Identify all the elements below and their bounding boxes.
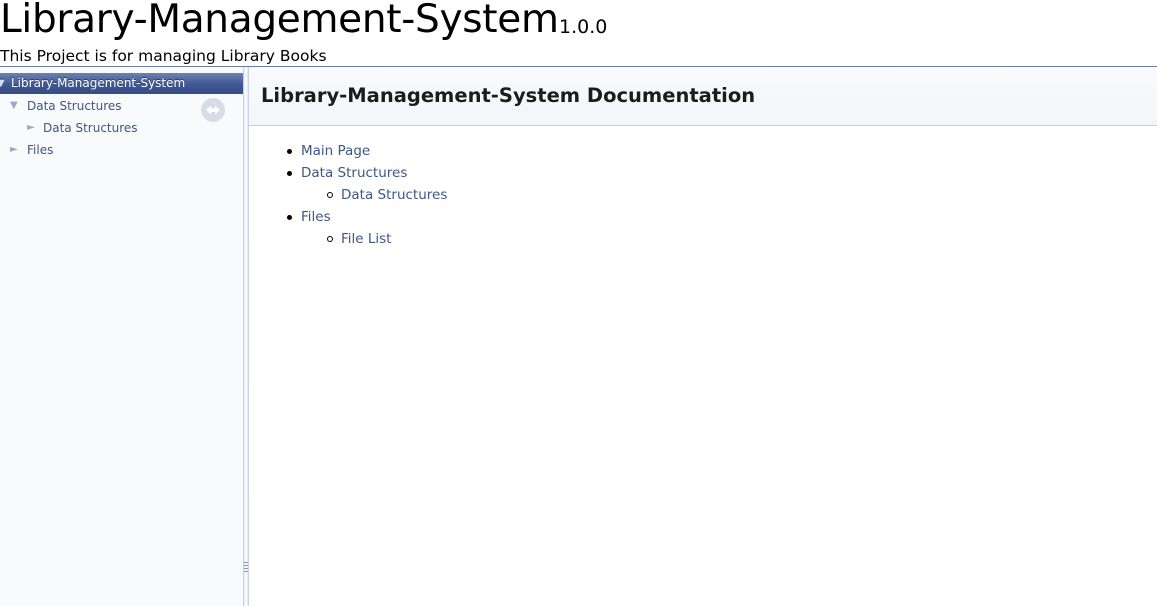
nav-item-label: Library-Management-System [11, 76, 186, 90]
project-number: 1.0.0 [559, 16, 608, 38]
link-main-page[interactable]: Main Page [301, 140, 370, 162]
link-data-structures-sub[interactable]: Data Structures [341, 184, 447, 206]
bullet-disc-icon [287, 215, 292, 220]
doc-content: Library-Management-System Documentation … [249, 67, 1157, 606]
link-files[interactable]: Files [301, 206, 331, 228]
nav-item-label: Data Structures [43, 121, 138, 135]
project-name: Library-Management-System [0, 0, 559, 42]
bullet-circle-icon [327, 192, 333, 198]
bullet-circle-icon [327, 236, 333, 242]
bullet-disc-icon [287, 149, 292, 154]
project-brief: This Project is for managing Library Boo… [0, 47, 327, 65]
expanded-arrow-icon[interactable]: ▼ [10, 95, 18, 117]
side-nav: ▼ Library-Management-System ▼ Data Struc… [0, 67, 243, 606]
page-title: Library-Management-System Documentation [261, 84, 756, 107]
bullet-disc-icon [287, 171, 292, 176]
nav-item-label: Files [27, 143, 54, 157]
collapsed-arrow-icon[interactable]: ► [27, 117, 35, 139]
expanded-arrow-icon[interactable]: ▼ [0, 73, 5, 94]
nav-item-files[interactable]: ► Files [0, 139, 243, 161]
title-area: Library-Management-System 1.0.0 This Pro… [0, 0, 1157, 66]
nav-item-root[interactable]: ▼ Library-Management-System [0, 73, 243, 94]
link-file-list[interactable]: File List [341, 228, 391, 250]
link-data-structures[interactable]: Data Structures [301, 162, 407, 184]
split-grip-icon[interactable] [244, 562, 248, 572]
collapsed-arrow-icon[interactable]: ► [10, 139, 18, 161]
page-header: Library-Management-System Documentation [249, 67, 1157, 126]
sync-button[interactable] [201, 98, 225, 122]
sync-arrows-icon [206, 105, 220, 115]
nav-item-label: Data Structures [27, 99, 122, 113]
